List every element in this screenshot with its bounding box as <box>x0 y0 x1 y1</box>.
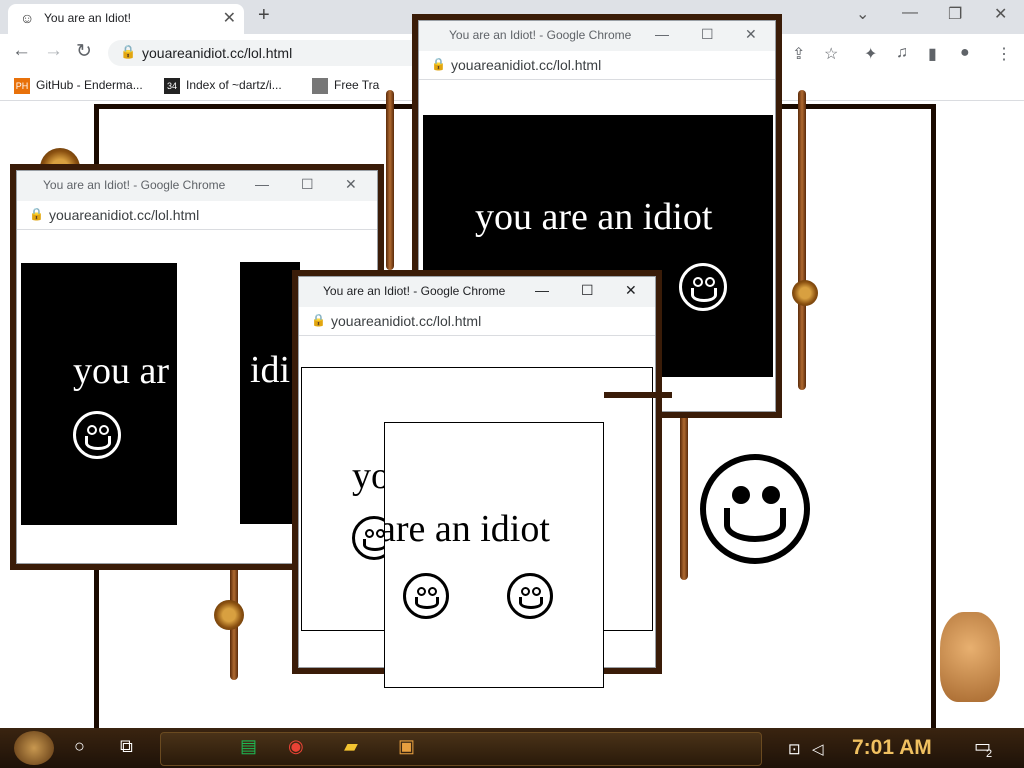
maximize-button[interactable]: ☐ <box>301 176 314 193</box>
gear-icon <box>214 600 244 630</box>
hamster-mascot <box>940 612 1000 702</box>
idiot-message-fragment: are an idiot <box>384 508 550 550</box>
extensions-icon[interactable]: ✦ <box>864 44 877 64</box>
popup-titlebar[interactable]: You are an Idiot! - Google Chrome — ☐ ✕ <box>17 171 377 201</box>
tab-title: You are an Idiot! <box>44 11 131 25</box>
popup-address-bar[interactable]: 🔒 youareanidiot.cc/lol.html <box>17 201 377 230</box>
frame-edge <box>604 392 672 398</box>
minimize-button[interactable]: — <box>535 282 549 298</box>
minimize-button[interactable]: — <box>902 4 918 22</box>
idiot-message-fragment: idi <box>250 349 291 391</box>
star-icon[interactable]: ☆ <box>824 44 838 64</box>
minimize-button[interactable]: — <box>255 176 269 192</box>
smiley-icon: ☺ <box>20 10 35 26</box>
popup-url: youareanidiot.cc/lol.html <box>451 57 602 73</box>
media-icon[interactable]: ♫ <box>896 44 908 62</box>
app-icon[interactable]: ▣ <box>398 736 415 757</box>
address-url: youareanidiot.cc/lol.html <box>142 45 293 61</box>
side-panel-icon[interactable]: ▮ <box>928 44 937 64</box>
new-tab-button[interactable]: + <box>258 4 270 27</box>
popup-address-bar[interactable]: 🔒 youareanidiot.cc/lol.html <box>419 51 775 80</box>
back-arrow-icon[interactable]: ← <box>12 40 31 62</box>
smiley-icon <box>679 263 727 311</box>
minimize-button[interactable]: — <box>655 26 669 42</box>
chevron-down-icon[interactable]: ⌄ <box>856 4 869 24</box>
close-window-button[interactable]: ✕ <box>345 176 357 193</box>
forward-arrow-icon[interactable]: → <box>44 40 63 62</box>
popup-url: youareanidiot.cc/lol.html <box>331 313 482 329</box>
lock-icon: 🔒 <box>431 57 446 71</box>
smiley-icon <box>403 573 449 619</box>
popup-title: You are an Idiot! - Google Chrome <box>449 28 632 42</box>
popup-url: youareanidiot.cc/lol.html <box>49 207 200 223</box>
bookmark-label: Index of ~dartz/i... <box>186 78 282 93</box>
popup-titlebar[interactable]: You are an Idiot! - Google Chrome — ☐ ✕ <box>299 277 655 307</box>
popup-title: You are an Idiot! - Google Chrome <box>323 284 506 298</box>
close-tab-button[interactable]: ✕ <box>223 8 236 28</box>
bookmark-icon <box>312 78 328 94</box>
maximize-button[interactable]: ☐ <box>581 282 594 299</box>
pipe-decoration <box>798 90 806 390</box>
menu-icon[interactable]: ⋮ <box>996 44 1012 64</box>
network-icon[interactable]: ⊡ <box>788 740 801 758</box>
idiot-message: you are an idiot <box>475 196 713 238</box>
volume-icon[interactable]: ◁ <box>812 740 824 758</box>
share-icon[interactable]: ⇪ <box>792 44 805 64</box>
idiot-panel-fragment: idi <box>240 262 300 524</box>
reload-icon[interactable]: ↻ <box>76 40 92 63</box>
close-window-button[interactable]: ✕ <box>994 4 1007 24</box>
start-button[interactable] <box>14 731 54 765</box>
task-view-icon[interactable]: ⧉ <box>120 736 133 757</box>
taskbar-clock[interactable]: 7:01 AM <box>852 736 932 760</box>
idiot-panel: you ar <box>21 263 177 525</box>
bookmark-item[interactable]: PH GitHub - Enderma... <box>14 78 143 94</box>
popup-titlebar[interactable]: You are an Idiot! - Google Chrome — ☐ ✕ <box>419 21 775 51</box>
lock-icon: 🔒 <box>120 44 137 59</box>
bookmark-label: Free Tra <box>334 78 380 93</box>
gear-icon <box>792 280 818 306</box>
restore-button[interactable]: ❐ <box>948 4 962 24</box>
smiley-icon <box>73 411 121 459</box>
notes-app-icon[interactable]: ▤ <box>240 736 257 757</box>
popup-address-bar[interactable]: 🔒 youareanidiot.cc/lol.html <box>299 307 655 336</box>
idiot-panel-fragment: are an idiot <box>384 422 604 688</box>
folder-icon[interactable]: ▰ <box>344 736 358 757</box>
lock-icon: 🔒 <box>29 207 44 221</box>
smiley-icon <box>507 573 553 619</box>
bookmark-item[interactable]: Free Tra <box>312 78 379 94</box>
maximize-button[interactable]: ☐ <box>701 26 714 43</box>
chrome-icon[interactable]: ◉ <box>288 736 304 757</box>
bookmark-icon: PH <box>14 78 30 94</box>
popup-title: You are an Idiot! - Google Chrome <box>43 178 226 192</box>
bookmark-item[interactable]: 34 Index of ~dartz/i... <box>164 78 282 94</box>
profile-avatar[interactable]: ● <box>960 44 970 62</box>
bookmark-label: GitHub - Enderma... <box>36 78 143 93</box>
bookmark-icon: 34 <box>164 78 180 94</box>
idiot-message: you ar <box>73 350 170 392</box>
smiley-icon <box>700 454 810 564</box>
close-window-button[interactable]: ✕ <box>745 26 757 43</box>
tab-active[interactable]: ☺ You are an Idiot! ✕ <box>8 4 244 34</box>
close-window-button[interactable]: ✕ <box>625 282 637 299</box>
lock-icon: 🔒 <box>311 313 326 327</box>
search-icon[interactable]: ○ <box>74 736 85 757</box>
notification-count: 2 <box>986 748 993 760</box>
pipe-decoration <box>386 90 394 270</box>
